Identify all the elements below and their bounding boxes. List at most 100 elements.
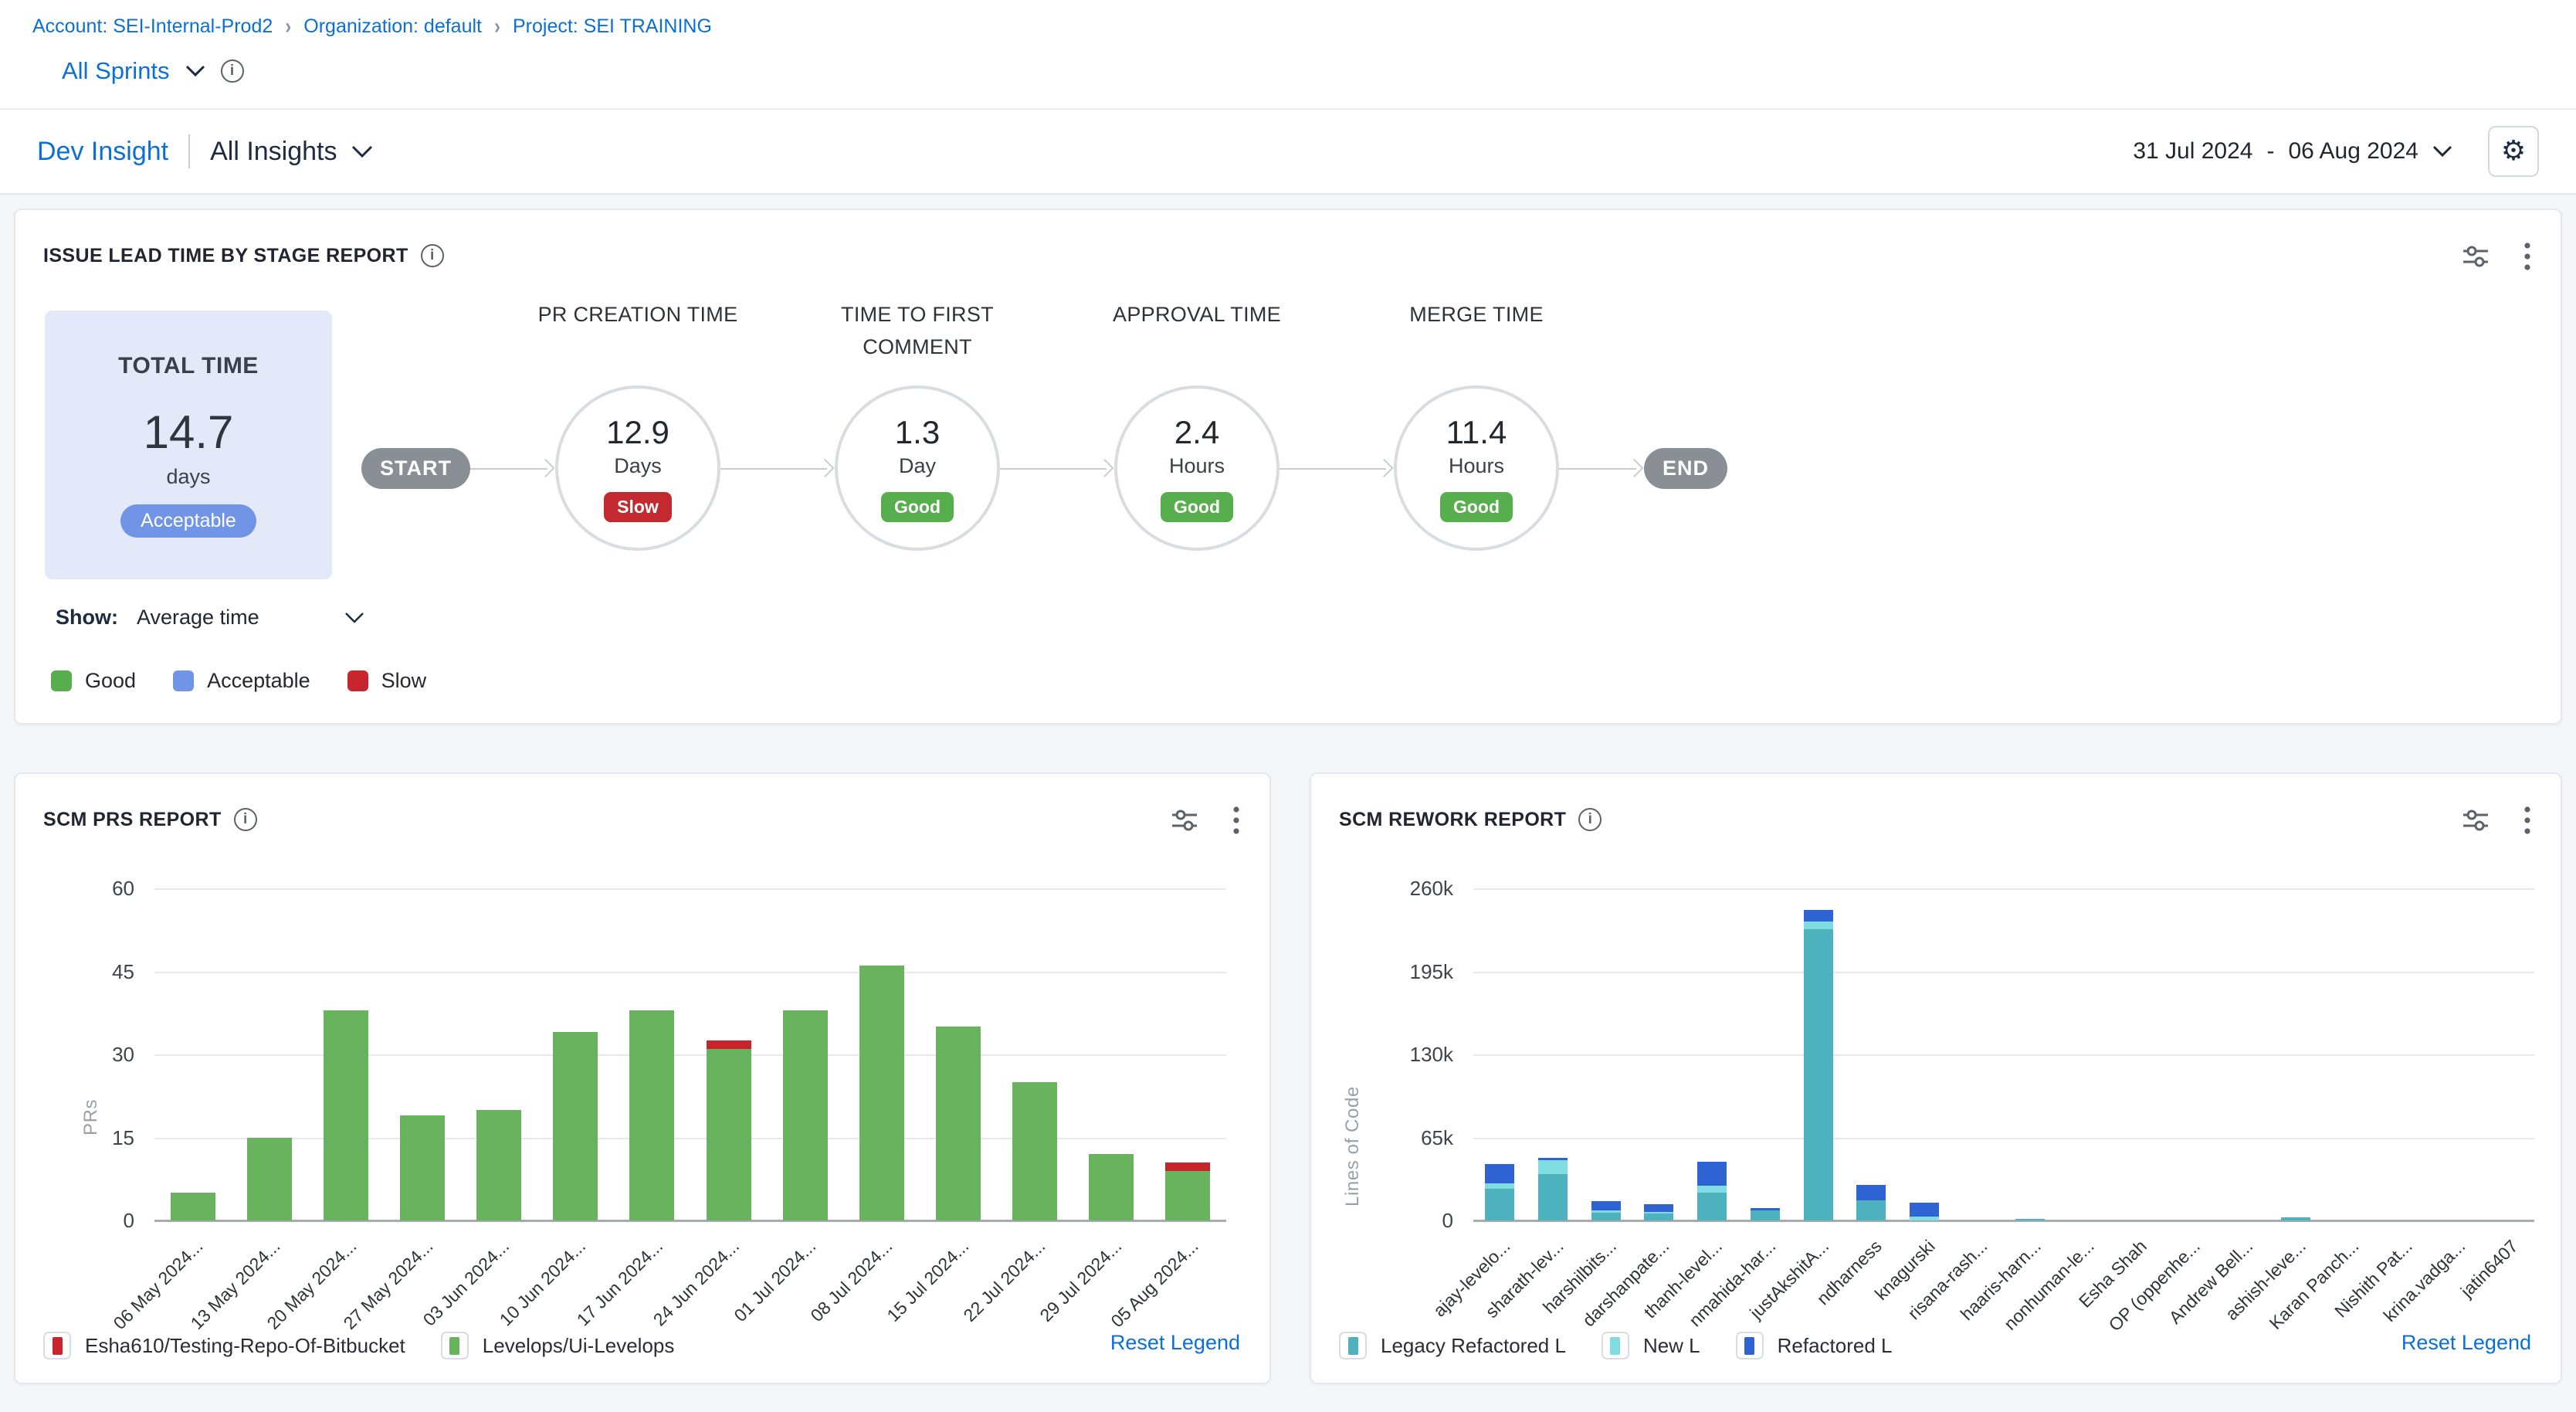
bar[interactable] <box>1538 1158 1568 1220</box>
bar-segment[interactable] <box>1485 1164 1514 1183</box>
info-icon[interactable]: i <box>1578 808 1602 831</box>
chevron-down-icon <box>344 612 364 624</box>
bar[interactable] <box>936 1027 981 1220</box>
all-insights-dropdown[interactable]: All Insights <box>210 137 372 167</box>
bar[interactable] <box>400 1115 445 1220</box>
bar-segment[interactable] <box>936 1027 981 1220</box>
stage-time-to-first-comment[interactable]: TIME TO FIRST COMMENT 1.3 Day Good <box>835 385 1000 551</box>
bar-segment[interactable] <box>400 1115 445 1220</box>
bar-segment[interactable] <box>1910 1203 1939 1217</box>
bar[interactable] <box>1089 1154 1134 1220</box>
bar-segment[interactable] <box>629 1010 674 1220</box>
bar[interactable] <box>1644 1204 1673 1220</box>
bar[interactable] <box>629 1010 674 1220</box>
bar-segment[interactable] <box>1485 1189 1514 1220</box>
bar[interactable] <box>247 1138 292 1221</box>
kebab-menu-icon[interactable] <box>1232 805 1240 836</box>
bar-segment[interactable] <box>1644 1213 1673 1220</box>
bar-segment[interactable] <box>1485 1183 1514 1189</box>
stage-approval-time[interactable]: APPROVAL TIME 2.4 Hours Good <box>1114 385 1280 551</box>
bar[interactable] <box>1697 1162 1727 1220</box>
bar-segment[interactable] <box>1751 1210 1780 1220</box>
legend-item[interactable]: Levelops/Ui-Levelops <box>441 1332 675 1359</box>
dev-insight-link[interactable]: Dev Insight <box>37 137 168 167</box>
breadcrumb-project[interactable]: Project: SEI TRAINING <box>513 15 712 38</box>
vertical-divider <box>188 134 190 168</box>
bar-segment[interactable] <box>476 1110 521 1220</box>
bar-segment[interactable] <box>247 1138 292 1221</box>
bar-segment[interactable] <box>707 1049 751 1220</box>
breadcrumb-organization[interactable]: Organization: default <box>303 15 482 38</box>
legend-item[interactable]: Refactored L <box>1736 1332 1893 1359</box>
bar-segment[interactable] <box>553 1032 598 1220</box>
sprint-selector[interactable]: All Sprints i <box>62 57 244 85</box>
settings-button[interactable]: ⚙ <box>2488 126 2539 177</box>
bar-segment[interactable] <box>783 1010 828 1220</box>
stage-pr-creation-time[interactable]: PR CREATION TIME 12.9 Days Slow <box>555 385 720 551</box>
bar-column: Esha Shah <box>2110 890 2163 1222</box>
bar-segment[interactable] <box>1804 922 1833 929</box>
bar[interactable] <box>1485 1164 1514 1220</box>
bar-segment[interactable] <box>1910 1217 1939 1220</box>
bar-segment[interactable] <box>1165 1171 1210 1221</box>
bar-segment[interactable] <box>1697 1162 1727 1186</box>
bar[interactable] <box>324 1010 368 1220</box>
sprint-selector-label: All Sprints <box>62 57 170 85</box>
bar-segment[interactable] <box>1165 1163 1210 1171</box>
bar-segment[interactable] <box>1804 929 1833 1220</box>
bar-segment[interactable] <box>1089 1154 1134 1220</box>
bar[interactable] <box>2281 1217 2310 1220</box>
bar-segment[interactable] <box>1591 1213 1621 1220</box>
bar-segment[interactable] <box>1012 1082 1057 1220</box>
stage-merge-time[interactable]: MERGE TIME 11.4 Hours Good <box>1394 385 1559 551</box>
info-icon[interactable]: i <box>421 244 444 267</box>
filter-sliders-icon[interactable] <box>1171 807 1198 833</box>
legend-item[interactable]: New L <box>1602 1332 1700 1359</box>
bar-segment[interactable] <box>1856 1185 1886 1200</box>
bar-segment[interactable] <box>2281 1217 2310 1220</box>
bar[interactable] <box>476 1110 521 1220</box>
bar-segment[interactable] <box>2015 1219 2045 1220</box>
bar[interactable] <box>1804 910 1833 1220</box>
bar-segment[interactable] <box>1591 1201 1621 1210</box>
filter-sliders-icon[interactable] <box>2462 243 2490 270</box>
breadcrumb-account[interactable]: Account: SEI-Internal-Prod2 <box>32 15 273 38</box>
bar[interactable] <box>859 966 904 1220</box>
reset-legend-link[interactable]: Reset Legend <box>2401 1331 2531 1355</box>
bar-segment[interactable] <box>1644 1204 1673 1213</box>
bar[interactable] <box>1751 1208 1780 1220</box>
bar[interactable] <box>1856 1185 1886 1220</box>
dashboard-page: Account: SEI-Internal-Prod2 › Organizati… <box>0 0 2576 1412</box>
bar-segment[interactable] <box>1804 910 1833 922</box>
bar-segment[interactable] <box>707 1040 751 1049</box>
legend-item[interactable]: Esha610/Testing-Repo-Of-Bitbucket <box>43 1332 405 1359</box>
kebab-menu-icon[interactable] <box>2523 805 2531 836</box>
bar[interactable] <box>1165 1163 1210 1220</box>
bar[interactable] <box>707 1040 751 1220</box>
bar[interactable] <box>171 1193 215 1220</box>
bar-segment[interactable] <box>1538 1160 1568 1174</box>
legend-item[interactable]: Legacy Refactored L <box>1339 1332 1566 1359</box>
bar[interactable] <box>553 1032 598 1220</box>
show-metric-dropdown[interactable]: Show: Average time <box>56 606 364 630</box>
reset-legend-link[interactable]: Reset Legend <box>1110 1331 1240 1355</box>
bar[interactable] <box>1910 1203 1939 1220</box>
bar-segment[interactable] <box>1697 1186 1727 1192</box>
info-icon[interactable]: i <box>221 59 244 83</box>
bar-segment[interactable] <box>1697 1193 1727 1220</box>
bar[interactable] <box>783 1010 828 1220</box>
bar[interactable] <box>2015 1219 2045 1220</box>
bar-segment[interactable] <box>1538 1174 1568 1220</box>
bar-segment[interactable] <box>859 966 904 1220</box>
bar[interactable] <box>1591 1201 1621 1220</box>
bar-segment[interactable] <box>171 1193 215 1220</box>
bar-column: 06 May 2024... <box>154 890 231 1222</box>
date-range-picker[interactable]: 31 Jul 2024 - 06 Aug 2024 <box>2133 138 2452 165</box>
filter-sliders-icon[interactable] <box>2462 807 2490 833</box>
bar[interactable] <box>1012 1082 1057 1220</box>
info-icon[interactable]: i <box>234 808 257 831</box>
bar-segment[interactable] <box>324 1010 368 1220</box>
kebab-menu-icon[interactable] <box>2523 241 2531 272</box>
panel-title: ISSUE LEAD TIME BY STAGE REPORT <box>43 245 408 267</box>
bar-segment[interactable] <box>1856 1200 1886 1220</box>
